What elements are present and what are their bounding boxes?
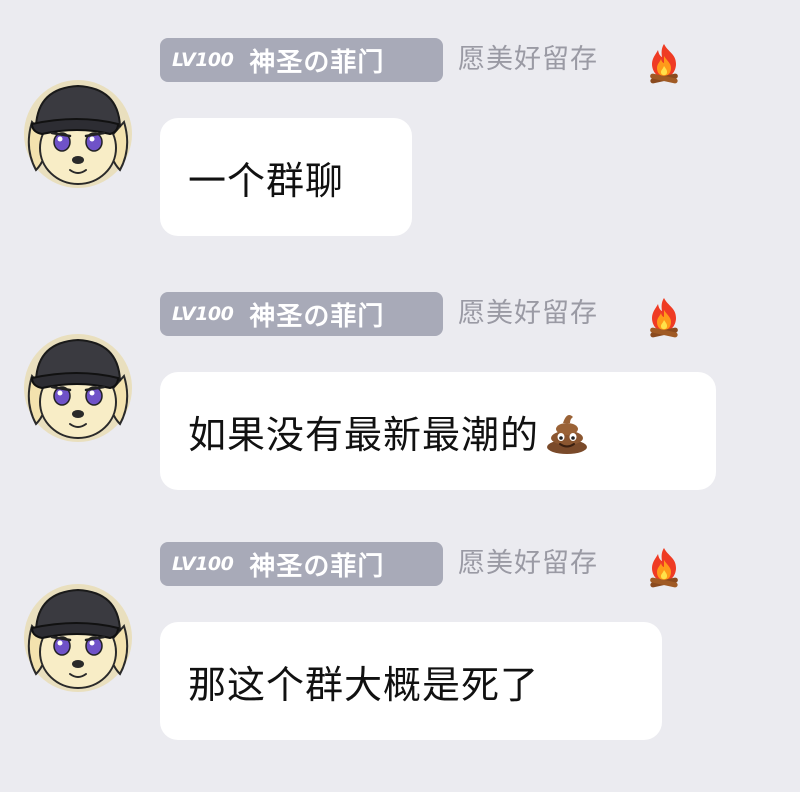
fire-icon — [642, 294, 686, 338]
message-bubble[interactable]: 如果没有最新最潮的 — [160, 372, 716, 490]
level-label: LV100 — [172, 49, 234, 71]
message-bubble[interactable]: 一个群聊 — [160, 118, 412, 236]
message-text: 一个群聊 — [188, 158, 345, 203]
sender-name: 神圣の菲门 — [249, 551, 385, 582]
chat-message: LV100 神圣の菲门 愿美好留存 那这个群大概是死了 — [0, 542, 800, 792]
message-text: 如果没有最新最潮的 — [188, 412, 540, 457]
fire-icon — [642, 40, 686, 84]
level-name-badge[interactable]: LV100 神圣の菲门 — [160, 38, 443, 82]
sender-title: 愿美好留存 — [458, 44, 598, 75]
dog-avatar-icon[interactable] — [22, 582, 134, 694]
chat-message: LV100 神圣の菲门 愿美好留存 一个群聊 — [0, 38, 800, 288]
sender-title: 愿美好留存 — [458, 548, 598, 579]
dog-avatar-icon[interactable] — [22, 332, 134, 444]
poop-icon — [543, 407, 591, 455]
sender-name: 神圣の菲门 — [249, 47, 385, 78]
level-label: LV100 — [172, 553, 234, 575]
chat-screen: { "messages": [ { "sender": { "level": "… — [0, 0, 800, 767]
level-name-badge[interactable]: LV100 神圣の菲门 — [160, 542, 443, 586]
chat-message: LV100 神圣の菲门 愿美好留存 如果没有最新最潮的 — [0, 292, 800, 542]
level-name-badge[interactable]: LV100 神圣の菲门 — [160, 292, 443, 336]
fire-icon — [642, 544, 686, 588]
sender-name: 神圣の菲门 — [249, 301, 385, 332]
level-label: LV100 — [172, 303, 234, 325]
dog-avatar-icon[interactable] — [22, 78, 134, 190]
sender-title: 愿美好留存 — [458, 298, 598, 329]
message-text: 那这个群大概是死了 — [188, 662, 540, 707]
message-bubble[interactable]: 那这个群大概是死了 — [160, 622, 662, 740]
